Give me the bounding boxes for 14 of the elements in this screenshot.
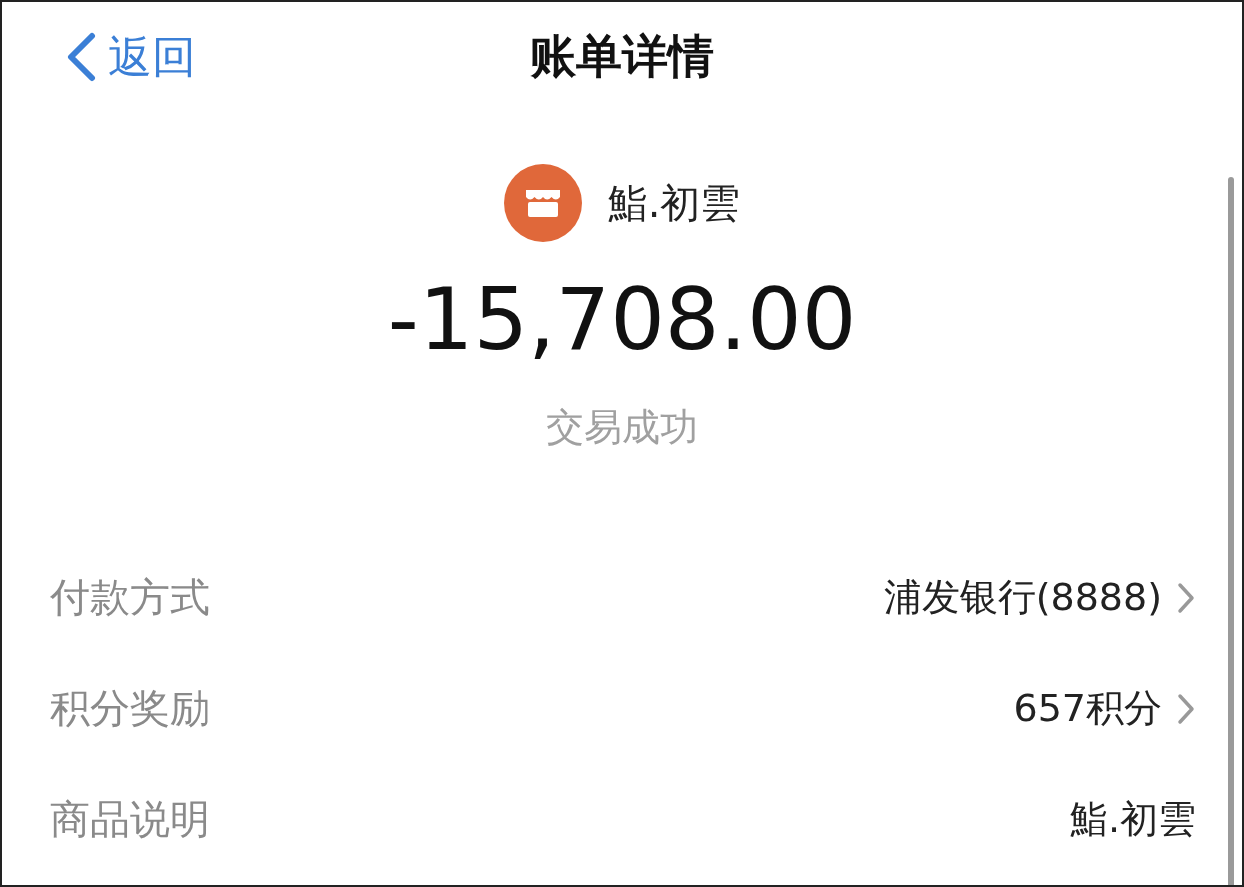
page-title: 账单详情 [530,28,714,85]
row-label: 积分奖励 [50,684,210,733]
row-label: 付款方式 [50,573,210,622]
row-value[interactable]: 浦发银行(8888) [883,572,1196,623]
shop-icon [503,164,582,242]
amount: -15,708.00 [387,276,857,362]
chevron-right-icon [1176,580,1196,615]
row-value[interactable]: 657积分 [1013,683,1196,734]
status-text: 交易成功 [546,404,698,451]
back-button[interactable]: 返回 [64,27,196,87]
row-value: 鮨.初雲 [1069,796,1196,843]
chevron-right-icon [1176,691,1196,726]
merchant-name: 鮨.初雲 [607,178,741,228]
row-label: 商品说明 [50,795,210,844]
